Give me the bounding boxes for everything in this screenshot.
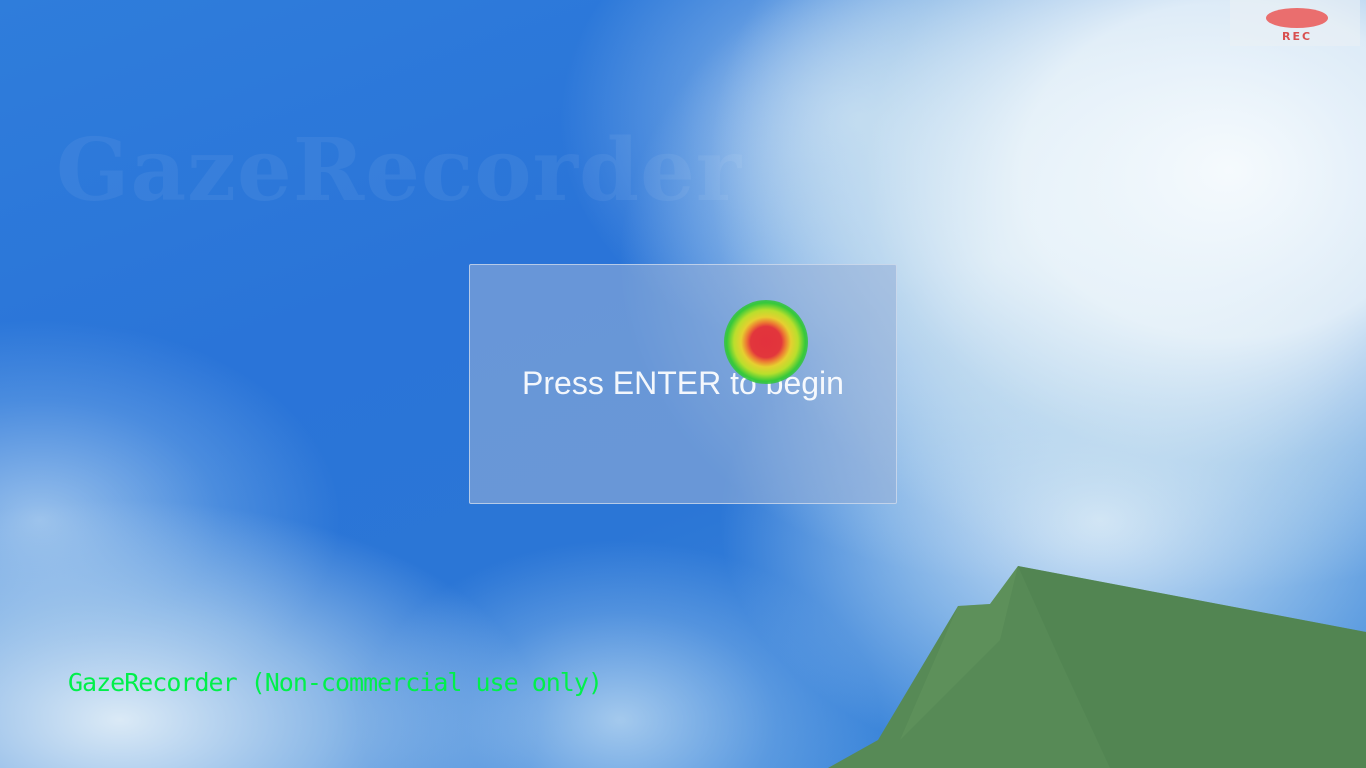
recording-indicator: REC xyxy=(1230,0,1360,46)
start-panel[interactable]: Press ENTER to begin xyxy=(469,264,897,504)
start-prompt: Press ENTER to begin xyxy=(522,365,844,401)
gaze-heatmap-icon xyxy=(724,300,808,384)
recording-label: REC xyxy=(1281,30,1313,43)
license-notice: GazeRecorder (Non-commercial use only) xyxy=(68,668,603,697)
record-dot-icon xyxy=(1266,8,1328,28)
